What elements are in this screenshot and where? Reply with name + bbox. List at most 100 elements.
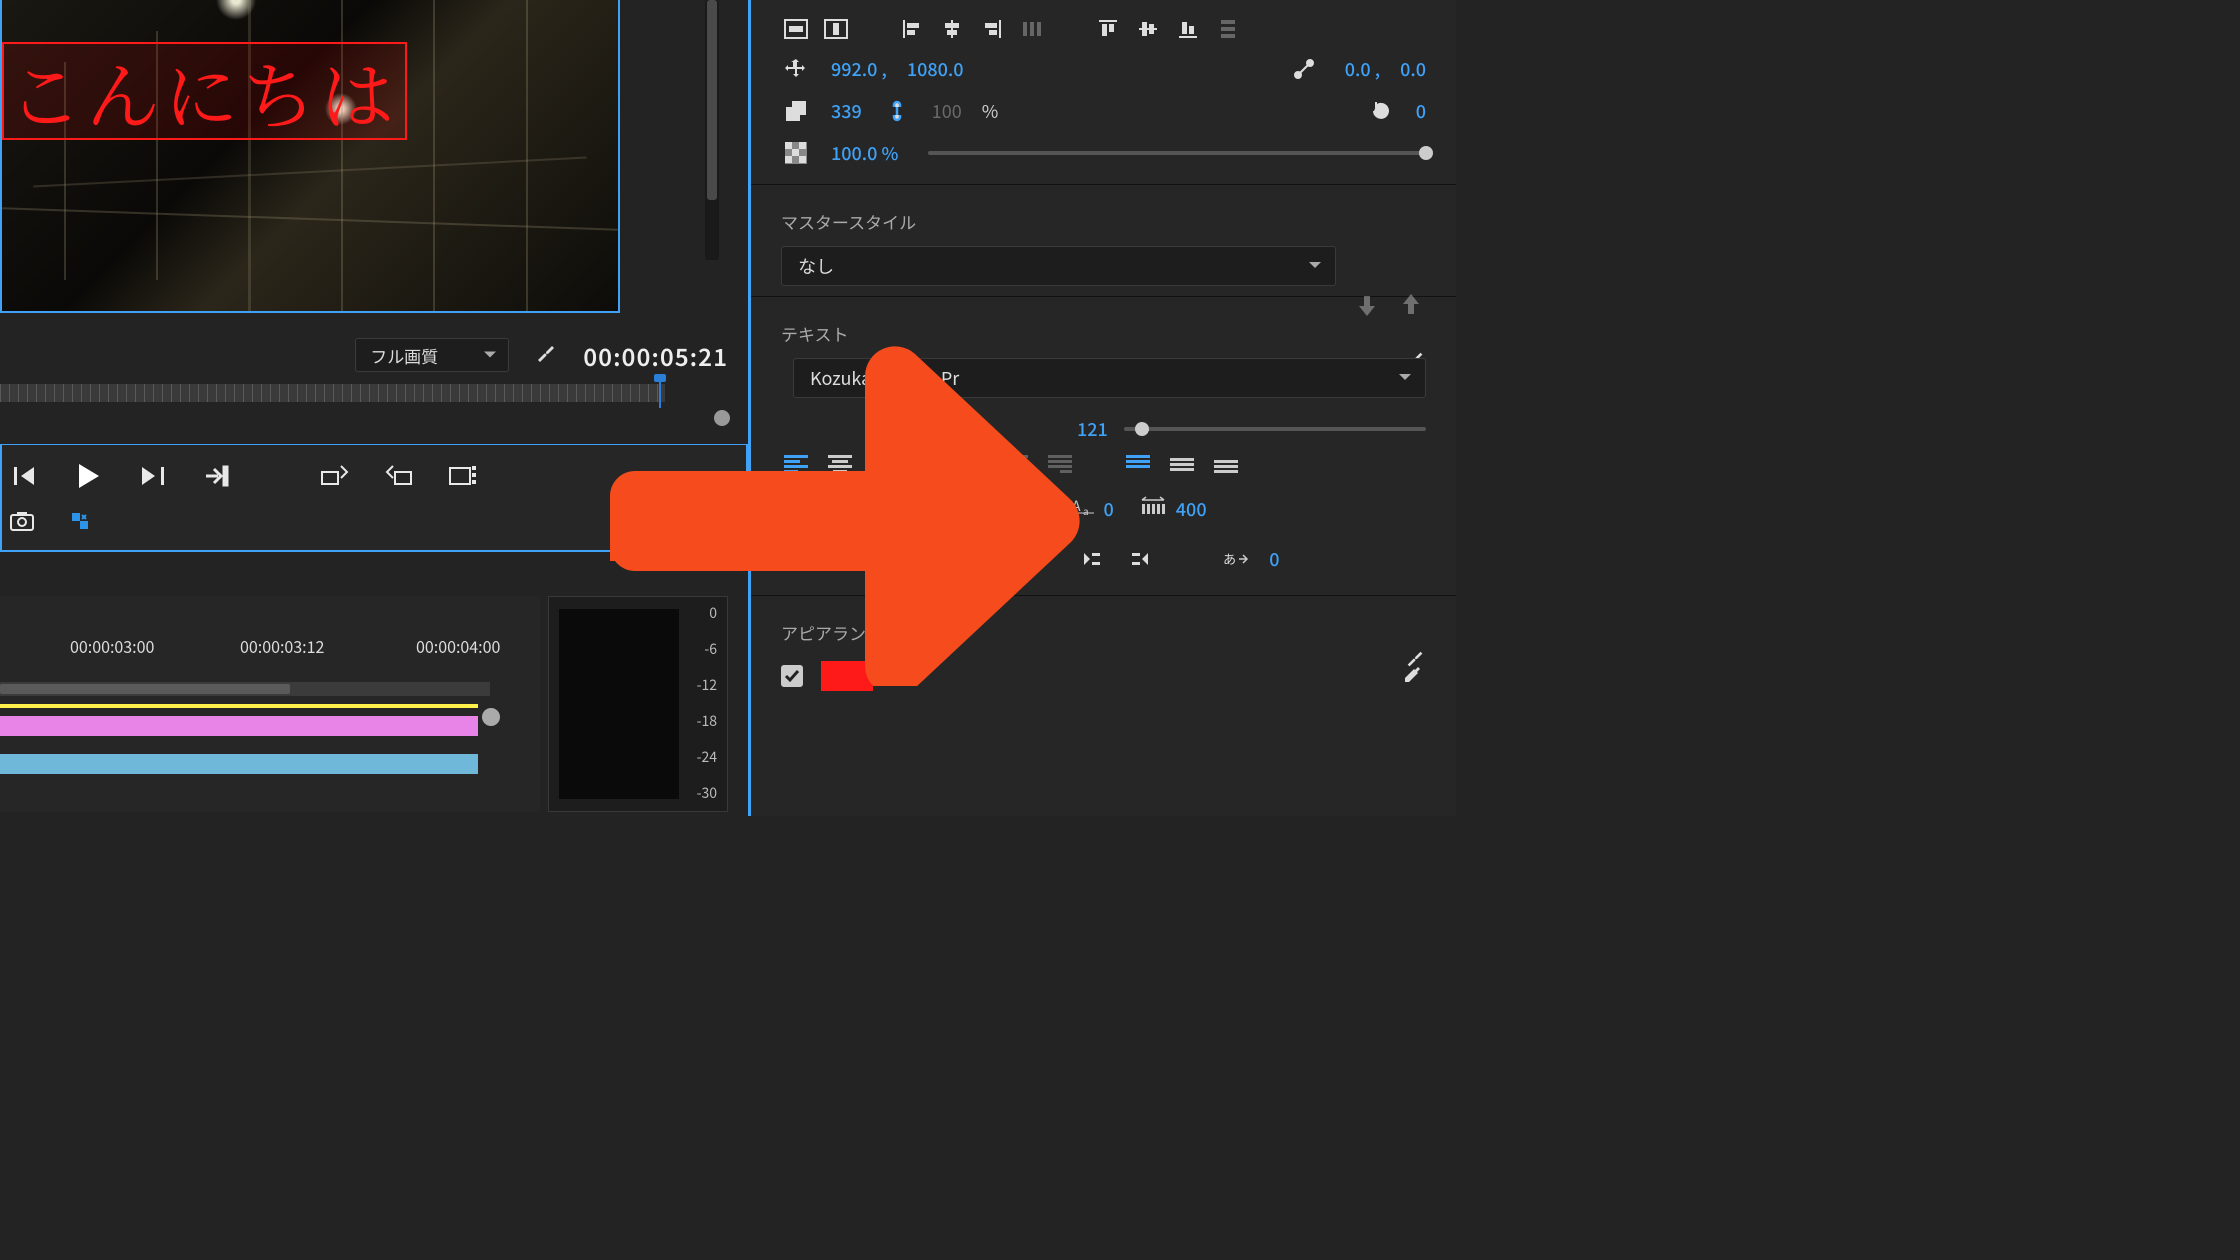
program-monitor[interactable]: こんにちは: [0, 0, 620, 313]
tsume-value[interactable]: 400: [1176, 496, 1207, 522]
timecode-display[interactable]: 00:00:05:21: [583, 338, 728, 373]
font-size-value[interactable]: 121: [1077, 416, 1108, 442]
timeline-video-clip[interactable]: [0, 716, 478, 736]
align-vcenter-icon[interactable]: [1133, 14, 1163, 44]
monitor-controls-bar: フル画質 00:00:05:21: [0, 335, 748, 375]
rotation-value[interactable]: 0: [1416, 98, 1426, 124]
justify-last-center-icon[interactable]: [1001, 452, 1031, 476]
font-size-slider[interactable]: [1124, 427, 1426, 431]
vertical-align-top-icon[interactable]: [1123, 452, 1153, 476]
anchor-y-value[interactable]: 0.0: [1400, 56, 1426, 82]
distribute-horizontal-icon[interactable]: [1017, 14, 1047, 44]
tracking-value[interactable]: 0: [817, 496, 827, 522]
position-row: 992.0 , 1080.0 0.0 , 0.0: [751, 48, 1456, 90]
paragraph-align-row: [751, 444, 1456, 484]
baseline-value[interactable]: 0: [1104, 496, 1114, 522]
font-family-value: Kozuka Mincho Pr: [810, 365, 959, 391]
snapshot-button[interactable]: [10, 511, 34, 536]
text-section-label: テキスト: [751, 307, 1456, 354]
text-align-center-icon[interactable]: [825, 452, 855, 476]
scale-y-value: 100: [932, 98, 962, 124]
time-label: 00:00:03:12: [240, 634, 324, 658]
opacity-value[interactable]: 100.0 %: [831, 140, 898, 166]
timeline-zoom-knob[interactable]: [482, 708, 500, 726]
timeline-track-marker[interactable]: [0, 704, 478, 708]
position-icon: [781, 54, 811, 84]
indent-left-icon[interactable]: [1077, 544, 1107, 574]
leading-value[interactable]: 0: [1033, 496, 1043, 522]
scrollbar-thumb[interactable]: [707, 0, 717, 200]
fill-enable-checkbox[interactable]: [781, 665, 803, 687]
master-style-selected: なし: [798, 253, 834, 279]
title-text-overlay[interactable]: こんにちは: [2, 42, 407, 140]
export-frame-button[interactable]: [448, 461, 478, 491]
chevron-down-icon: [1307, 253, 1323, 279]
vertical-align-bottom-icon[interactable]: [1211, 452, 1241, 476]
svg-text:A: A: [1005, 504, 1012, 518]
playhead-icon[interactable]: [659, 378, 661, 408]
smallcaps-button[interactable]: Tᴛ: [885, 549, 904, 570]
slider-thumb[interactable]: [1135, 422, 1149, 436]
superscript-button[interactable]: TT: [922, 546, 942, 572]
timeline-zoom-scrollbar[interactable]: [0, 682, 490, 696]
font-family-dropdown[interactable]: Kozuka Mincho Pr: [793, 358, 1426, 398]
align-hcenter-icon[interactable]: [937, 14, 967, 44]
settings-wrench-icon[interactable]: [531, 340, 561, 370]
anchor-x-value[interactable]: 0.0 ,: [1345, 56, 1380, 82]
monitor-vertical-scrollbar[interactable]: [705, 0, 719, 260]
resolution-label: フル画質: [370, 343, 438, 368]
text-align-right-icon[interactable]: [869, 452, 899, 476]
transport-controls-row2: [0, 496, 748, 552]
ruler-track[interactable]: [0, 384, 665, 402]
justify-last-left-icon[interactable]: [957, 452, 987, 476]
baseline-shift-icon: Aa: [1070, 495, 1094, 522]
scale-value[interactable]: 339: [831, 98, 862, 124]
timeline-ruler[interactable]: 00:00:03:00 00:00:03:12 00:00:04:00: [0, 634, 540, 664]
timeline-panel[interactable]: 00:00:03:00 00:00:03:12 00:00:04:00: [0, 596, 540, 812]
justify-last-right-icon[interactable]: [1045, 452, 1075, 476]
svg-text:VA: VA: [781, 495, 796, 513]
position-y-value[interactable]: 1080.0: [907, 56, 964, 82]
align-vertical-center-canvas-icon[interactable]: [821, 14, 851, 44]
master-style-dropdown[interactable]: なし: [781, 246, 1336, 286]
slider-thumb[interactable]: [1419, 146, 1433, 160]
audio-meter-scale: 0 -6 -12 -18 -24 -30: [687, 603, 717, 803]
underline-button[interactable]: T: [998, 546, 1011, 572]
link-icon[interactable]: [882, 96, 912, 126]
distribute-vertical-icon[interactable]: [1213, 14, 1243, 44]
kerning-value[interactable]: 0: [1269, 546, 1279, 572]
text-align-left-icon[interactable]: [781, 452, 811, 476]
indent-right-icon[interactable]: [1125, 544, 1155, 574]
bold-button[interactable]: T: [781, 546, 796, 572]
go-to-out-button[interactable]: [202, 461, 232, 491]
timeline-title-clip[interactable]: [0, 754, 478, 774]
italic-button[interactable]: T: [814, 543, 827, 575]
subscript-button[interactable]: TT: [960, 544, 980, 573]
fill-color-swatch[interactable]: [821, 661, 873, 691]
comparison-view-button[interactable]: [68, 509, 92, 538]
vertical-align-middle-icon[interactable]: [1167, 452, 1197, 476]
align-left-icon[interactable]: [897, 14, 927, 44]
step-back-button[interactable]: [10, 461, 40, 491]
eyedropper-icon[interactable]: [1396, 661, 1426, 691]
monitor-time-ruler[interactable]: [0, 378, 730, 418]
align-horizontal-center-canvas-icon[interactable]: [781, 14, 811, 44]
chevron-down-icon: [1397, 365, 1413, 391]
position-x-value[interactable]: 992.0 ,: [831, 56, 887, 82]
opacity-slider[interactable]: [928, 151, 1426, 155]
play-button[interactable]: [74, 461, 104, 491]
step-forward-button[interactable]: [138, 461, 168, 491]
scale-row: 339 100 % 0: [751, 90, 1456, 132]
insert-button[interactable]: [320, 461, 350, 491]
overwrite-button[interactable]: [384, 461, 414, 491]
allcaps-button[interactable]: TT: [845, 549, 867, 570]
playback-resolution-dropdown[interactable]: フル画質: [355, 338, 509, 372]
font-size-row: 121: [751, 414, 1456, 444]
tracking-icon: VA: [781, 495, 807, 522]
zoom-knob[interactable]: [714, 410, 730, 426]
align-bottom-icon[interactable]: [1173, 14, 1203, 44]
appearance-section-label: アピアランス: [751, 606, 1456, 653]
scrollbar-thumb[interactable]: [0, 684, 290, 694]
align-top-icon[interactable]: [1093, 14, 1123, 44]
align-right-icon[interactable]: [977, 14, 1007, 44]
